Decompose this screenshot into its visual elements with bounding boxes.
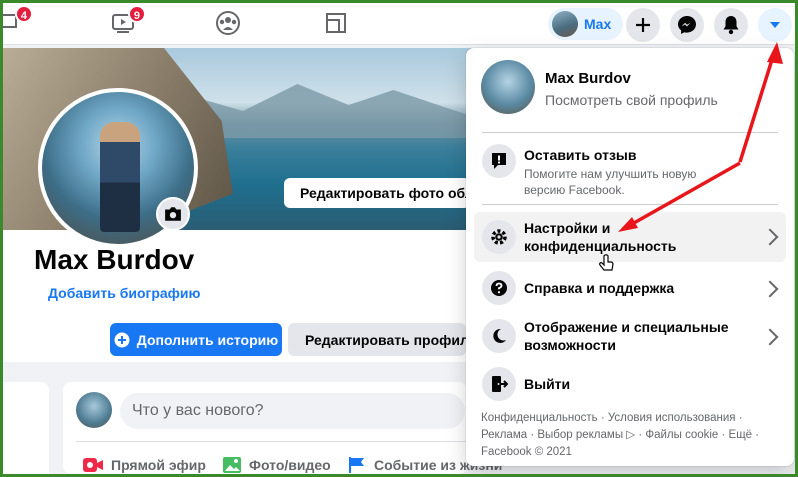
- help-support-item[interactable]: Справка и поддержка: [474, 268, 786, 308]
- bell-icon: [723, 16, 739, 35]
- intro-card: [3, 382, 49, 474]
- plus-icon: [636, 18, 650, 32]
- avatar: [552, 11, 578, 37]
- footer-links[interactable]: Конфиденциальность · Условия использован…: [481, 410, 781, 461]
- messenger-icon: [678, 16, 696, 34]
- live-video-label: Прямой эфир: [111, 457, 206, 473]
- photo-video-label: Фото/видео: [249, 457, 331, 473]
- notifications-button[interactable]: [714, 8, 748, 42]
- dropdown-profile-subtitle: Посмотреть свой профиль: [545, 92, 718, 108]
- edit-cover-photo-button[interactable]: Редактировать фото обл: [284, 178, 470, 208]
- divider: [482, 132, 778, 133]
- chevron-right-icon: [761, 328, 779, 346]
- add-story-button[interactable]: Дополнить историю: [110, 323, 282, 356]
- gaming-icon: [326, 13, 346, 33]
- account-dropdown-menu: Max Burdov Посмотреть свой профиль Остав…: [466, 48, 794, 466]
- groups-nav-button[interactable]: [213, 9, 243, 37]
- notification-badge: 4: [14, 5, 33, 23]
- add-story-label: Дополнить историю: [136, 331, 279, 348]
- divider: [76, 441, 466, 442]
- messenger-button[interactable]: [670, 8, 704, 42]
- logout-icon: [482, 367, 516, 401]
- camera-icon: [165, 207, 181, 221]
- display-accessibility-label: Отображение и специальные возможности: [524, 319, 729, 353]
- log-out-label: Выйти: [524, 376, 571, 392]
- gear-icon: [482, 220, 516, 254]
- create-button[interactable]: [626, 8, 660, 42]
- divider: [482, 204, 778, 205]
- avatar: [76, 392, 112, 428]
- profile-chip-name: Max: [584, 16, 612, 32]
- plus-circle-icon: [114, 332, 130, 347]
- account-menu-button[interactable]: [758, 8, 792, 42]
- display-accessibility-item[interactable]: Отображение и специальные возможности: [474, 312, 786, 360]
- dropdown-profile-link[interactable]: Max Burdov Посмотреть свой профиль: [474, 56, 786, 128]
- flag-icon: [349, 457, 364, 473]
- gaming-nav-button[interactable]: [321, 9, 351, 37]
- edit-cover-label: Редактировать фото обл: [300, 185, 470, 201]
- photo-icon: [223, 457, 241, 473]
- settings-privacy-item[interactable]: Настройки и конфиденциальность: [474, 212, 786, 262]
- groups-icon: [216, 11, 240, 35]
- live-video-button[interactable]: Прямой эфир: [82, 454, 206, 476]
- give-feedback-title: Оставить отзыв: [524, 147, 637, 163]
- question-icon: [482, 271, 516, 305]
- help-support-label: Справка и поддержка: [524, 280, 675, 296]
- dropdown-profile-name: Max Burdov: [545, 70, 631, 87]
- watch-badge: 9: [127, 5, 146, 23]
- profile-name: Max Burdov: [34, 244, 195, 275]
- top-navigation-bar: 4 9 Max: [0, 3, 795, 45]
- whats-new-input[interactable]: Что у вас нового?: [120, 393, 465, 429]
- photo-video-button[interactable]: Фото/видео: [222, 454, 331, 476]
- update-profile-picture-button[interactable]: [156, 197, 190, 231]
- add-bio-link[interactable]: Добавить биографию: [48, 285, 200, 301]
- chevron-down-icon: [770, 22, 780, 28]
- give-feedback-subtitle: Помогите нам улучшить новую версию Faceb…: [524, 167, 697, 197]
- chevron-right-icon: [761, 228, 779, 246]
- log-out-item[interactable]: Выйти: [474, 364, 786, 404]
- profile-chip[interactable]: Max: [548, 8, 624, 40]
- live-video-icon: [83, 458, 103, 472]
- settings-privacy-label: Настройки и конфиденциальность: [524, 220, 677, 254]
- edit-profile-label: Редактировать профиль: [305, 331, 466, 348]
- pages-nav-button[interactable]: 4: [0, 5, 33, 37]
- avatar: [481, 60, 535, 114]
- chevron-right-icon: [761, 280, 779, 298]
- give-feedback-item[interactable]: Оставить отзыв Помогите нам улучшить нов…: [474, 138, 786, 198]
- feedback-icon: [482, 144, 516, 178]
- watch-nav-button[interactable]: 9: [108, 5, 146, 37]
- moon-icon: [482, 319, 516, 353]
- edit-profile-button[interactable]: Редактировать профиль: [288, 323, 466, 356]
- profile-picture-figures: [100, 122, 140, 232]
